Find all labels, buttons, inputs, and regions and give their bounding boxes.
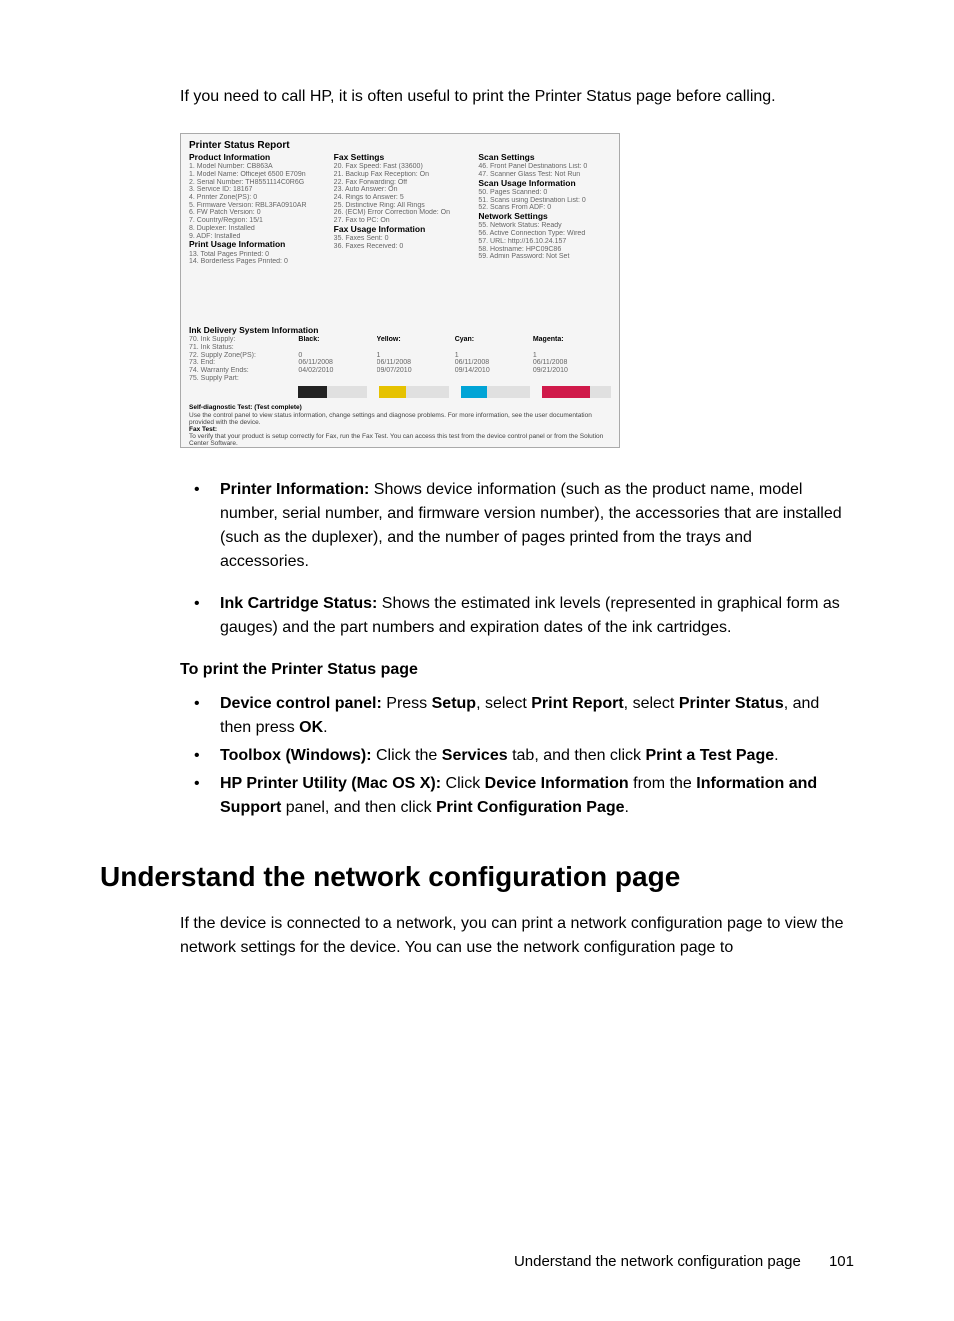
report-notes: Self-diagnostic Test: (Test complete)Use… <box>189 404 611 448</box>
section-text-network-config: If the device is connected to a network,… <box>180 912 844 960</box>
report-col-scan: Scan Settings 46. Front Panel Destinatio… <box>478 153 611 266</box>
info-bullet: Ink Cartridge Status: Shows the estimate… <box>180 592 844 640</box>
page-footer: Understand the network configuration pag… <box>514 1251 854 1274</box>
ink-gauge <box>379 386 448 398</box>
printer-status-report-figure: Printer Status Report Product Informatio… <box>180 133 620 448</box>
footer-title: Understand the network configuration pag… <box>514 1253 801 1270</box>
report-title: Printer Status Report <box>189 140 611 151</box>
print-status-subheading: To print the Printer Status page <box>180 658 854 682</box>
intro-text: If you need to call HP, it is often usef… <box>180 85 844 109</box>
section-heading-network-config: Understand the network configuration pag… <box>100 856 854 898</box>
report-ink-section: Ink Delivery System Information 70. Ink … <box>189 326 611 398</box>
report-col-product: Product Information 1. Model Number: CB8… <box>189 153 322 266</box>
print-method-bullet: Toolbox (Windows): Click the Services ta… <box>180 744 844 768</box>
ink-gauge <box>461 386 530 398</box>
info-bullet-list: Printer Information: Shows device inform… <box>180 478 844 640</box>
ink-gauge <box>542 386 611 398</box>
print-method-bullet: HP Printer Utility (Mac OS X): Click Dev… <box>180 772 844 820</box>
print-methods-bullet-list: Device control panel: Press Setup, selec… <box>180 692 844 820</box>
print-method-bullet: Device control panel: Press Setup, selec… <box>180 692 844 740</box>
page-number: 101 <box>829 1253 854 1270</box>
info-bullet: Printer Information: Shows device inform… <box>180 478 844 574</box>
ink-gauge <box>298 386 367 398</box>
report-col-fax: Fax Settings 20. Fax Speed: Fast (33600)… <box>334 153 467 266</box>
